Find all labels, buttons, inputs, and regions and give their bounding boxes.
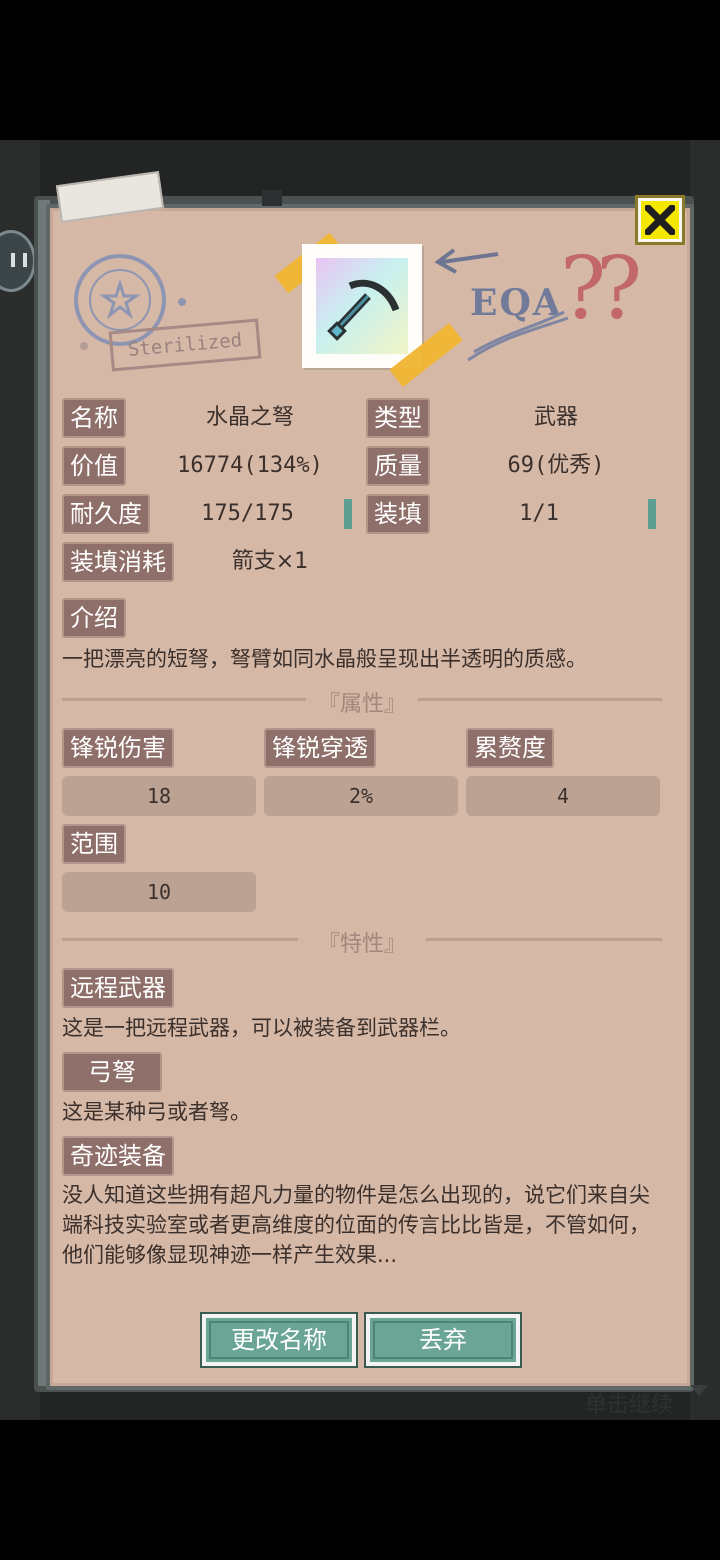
type-value: 武器 bbox=[533, 405, 578, 430]
attributes-title: 『属性』 bbox=[317, 692, 406, 717]
trait-label: 奇迹装备 bbox=[62, 1136, 174, 1176]
type-label: 类型 bbox=[366, 398, 430, 438]
name-label: 名称 bbox=[62, 398, 126, 438]
discard-button[interactable]: 丢弃 bbox=[364, 1312, 522, 1368]
attribute-value: 4 bbox=[466, 776, 660, 816]
attribute-value: 18 bbox=[62, 776, 256, 816]
attribute-label: 范围 bbox=[62, 824, 126, 864]
swoosh-decoration bbox=[467, 310, 569, 362]
bottom-black-bar bbox=[0, 1420, 720, 1560]
load-bar-indicator bbox=[648, 499, 656, 529]
quality-value: 69(优秀) bbox=[507, 453, 605, 478]
durability-label: 耐久度 bbox=[62, 494, 150, 534]
clip-decoration bbox=[262, 190, 282, 206]
durability-value: 175/175 bbox=[201, 501, 294, 526]
trait-text: 没人知道这些拥有超凡力量的物件是怎么出现的，说它们来自尖端科技实验室或者更高维度… bbox=[62, 1183, 650, 1267]
divider-line bbox=[426, 938, 662, 941]
load-value: 1/1 bbox=[519, 501, 559, 526]
chevron-down-icon bbox=[690, 1385, 708, 1396]
intro-text: 一把漂亮的短弩，弩臂如同水晶般呈现出半透明的质感。 bbox=[62, 647, 587, 671]
trait-label: 远程武器 bbox=[62, 968, 174, 1008]
quality-label: 质量 bbox=[366, 446, 430, 486]
attribute-value: 2% bbox=[264, 776, 458, 816]
close-icon bbox=[645, 205, 675, 235]
top-black-bar bbox=[0, 0, 720, 140]
name-value: 水晶之弩 bbox=[205, 405, 294, 430]
close-button[interactable] bbox=[635, 195, 685, 245]
value-label: 价值 bbox=[62, 446, 126, 486]
load-cost-label: 装填消耗 bbox=[62, 542, 174, 582]
attribute-value: 10 bbox=[62, 872, 256, 912]
item-image-background bbox=[316, 258, 408, 354]
trait-text: 这是某种弓或者弩。 bbox=[62, 1100, 251, 1124]
rename-button[interactable]: 更改名称 bbox=[200, 1312, 358, 1368]
crossbow-icon bbox=[327, 279, 400, 341]
load-label: 装填 bbox=[366, 494, 430, 534]
load-cost-value: 箭支×1 bbox=[231, 549, 309, 574]
divider-line bbox=[62, 698, 306, 701]
attribute-label: 累赘度 bbox=[466, 728, 554, 768]
attribute-label: 锋锐伤害 bbox=[62, 728, 174, 768]
item-image-frame bbox=[302, 244, 422, 368]
trait-text: 这是一把远程武器，可以被装备到武器栏。 bbox=[62, 1016, 461, 1040]
intro-label: 介绍 bbox=[62, 598, 126, 638]
divider-line bbox=[62, 938, 298, 941]
arrow-left-icon bbox=[434, 248, 499, 274]
durability-bar-indicator bbox=[344, 499, 352, 529]
tap-to-continue-hint[interactable]: 单击继续 bbox=[585, 1387, 673, 1419]
value-value: 16774(134%) bbox=[177, 453, 323, 478]
trait-label: 弓弩 bbox=[62, 1052, 162, 1092]
traits-title: 『特性』 bbox=[317, 932, 406, 957]
attribute-label: 锋锐穿透 bbox=[264, 728, 376, 768]
divider-line bbox=[418, 698, 662, 701]
background-panel-right bbox=[690, 140, 720, 1420]
